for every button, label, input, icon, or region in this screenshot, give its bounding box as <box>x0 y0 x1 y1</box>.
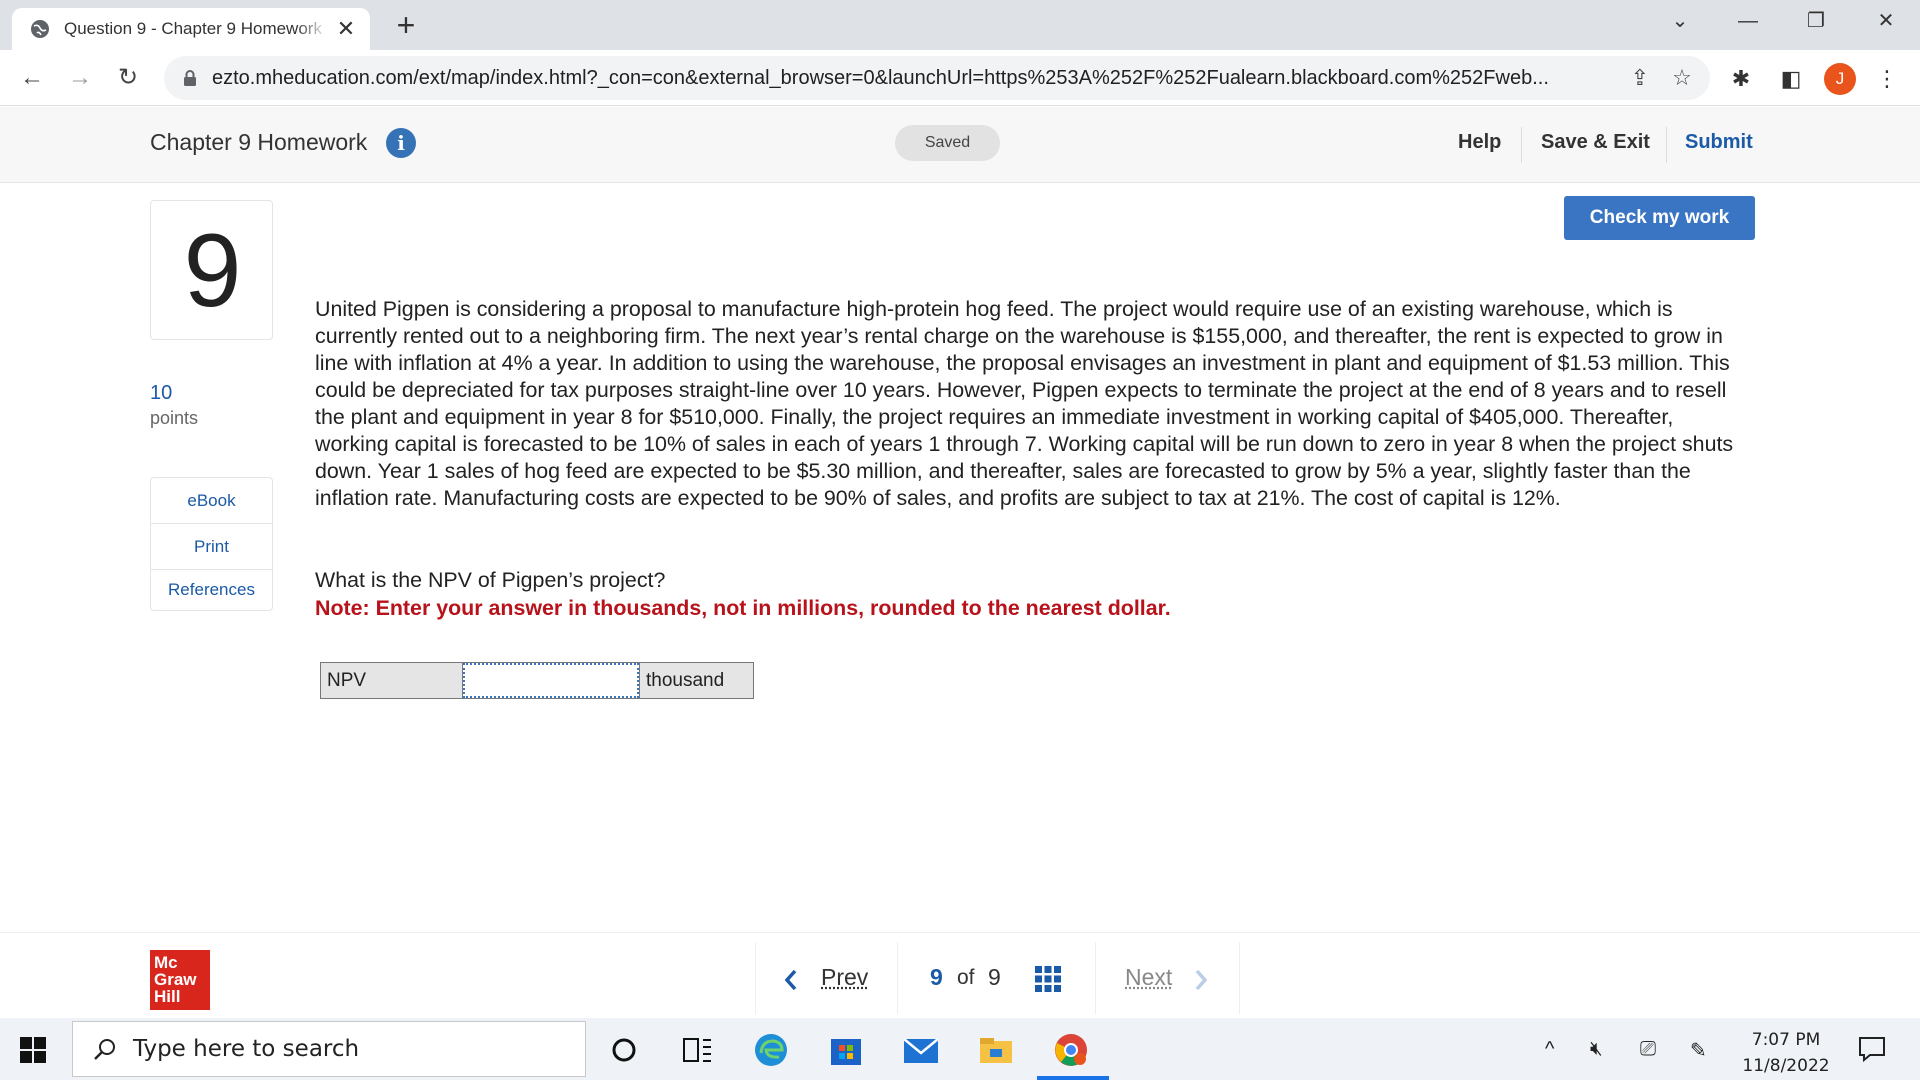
volume-muted-icon[interactable]: 🔇︎ <box>1590 1038 1603 1061</box>
check-my-work-button[interactable]: Check my work <box>1564 196 1755 240</box>
close-tab-icon[interactable]: ✕ <box>336 16 356 42</box>
browser-toolbar: ← → ↻ ezto.mheducation.com/ext/map/index… <box>0 50 1920 106</box>
window-close-icon[interactable]: ✕ <box>1866 6 1906 36</box>
chrome-icon[interactable] <box>1052 1031 1090 1069</box>
mail-icon[interactable] <box>902 1031 940 1069</box>
active-app-indicator <box>1037 1076 1109 1080</box>
star-icon[interactable]: ☆ <box>1668 65 1696 91</box>
question-pager: Prev 9 of 9 Next <box>755 942 1240 1014</box>
restore-icon[interactable]: ❐ <box>1796 6 1836 36</box>
url-text: ezto.mheducation.com/ext/map/index.html?… <box>212 66 1549 89</box>
taskbar-search-box[interactable]: Type here to search <box>72 1021 586 1077</box>
question-number: 9 <box>183 213 242 329</box>
mcgraw-hill-logo: Mc Graw Hill <box>150 950 210 1010</box>
side-panel-icon[interactable]: ◧ <box>1776 64 1806 94</box>
saved-status-badge: Saved <box>895 125 1000 161</box>
info-icon[interactable]: i <box>386 128 416 158</box>
question-prompt: What is the NPV of Pigpen’s project? <box>315 568 666 592</box>
new-tab-icon[interactable]: + <box>390 8 422 42</box>
answer-label: NPV <box>321 663 463 698</box>
globe-icon <box>31 20 49 38</box>
prev-link[interactable]: Prev <box>821 964 868 991</box>
points-label: points <box>150 408 199 428</box>
minimize-icon[interactable]: — <box>1728 6 1768 36</box>
cortana-icon[interactable] <box>605 1031 643 1069</box>
file-explorer-icon[interactable] <box>977 1031 1015 1069</box>
back-arrow-icon[interactable]: ← <box>16 62 48 94</box>
points-value: 10 <box>150 382 173 404</box>
answer-table: NPV thousand <box>320 662 754 699</box>
total-questions: 9 <box>988 964 1001 990</box>
chevron-up-icon[interactable]: ^ <box>1545 1038 1554 1061</box>
reload-icon[interactable]: ↻ <box>112 62 144 94</box>
assignment-header: Chapter 9 Homework i Saved Help Save & E… <box>0 107 1920 183</box>
browser-tab-bar: Question 9 - Chapter 9 Homework ✕ + ⌄ — … <box>0 0 1920 50</box>
resource-links: eBook Print References <box>150 477 273 611</box>
tab-title: Question 9 - Chapter 9 Homework <box>64 19 322 38</box>
clock-time: 7:07 PM <box>1751 1030 1821 1050</box>
next-link[interactable]: Next <box>1125 964 1172 991</box>
profile-avatar[interactable]: J <box>1824 63 1856 95</box>
share-icon[interactable]: ⇪ <box>1626 65 1654 91</box>
header-divider <box>1666 127 1667 163</box>
current-question: 9 <box>930 964 943 990</box>
of-label: of <box>957 966 975 989</box>
search-icon <box>94 1039 115 1060</box>
print-link[interactable]: Print <box>151 524 272 570</box>
chevron-down-icon[interactable]: ⌄ <box>1660 6 1700 36</box>
logo-line: Hill <box>154 987 181 1006</box>
pen-icon[interactable]: ✎ <box>1690 1038 1707 1063</box>
npv-input[interactable] <box>463 663 639 698</box>
lock-icon <box>184 70 196 86</box>
windows-start-icon[interactable] <box>20 1037 46 1063</box>
store-icon[interactable] <box>827 1031 865 1069</box>
windows-taskbar: Type here to search ^ 🔇︎ ⎚ ✎ 7:07 PM 11/… <box>0 1018 1920 1080</box>
question-number-box: 9 <box>150 200 273 340</box>
logo-line: Graw <box>154 970 197 989</box>
forward-arrow-icon[interactable]: → <box>64 62 96 94</box>
submit-link[interactable]: Submit <box>1685 131 1753 154</box>
references-link[interactable]: References <box>151 570 272 610</box>
ebook-link[interactable]: eBook <box>151 478 272 524</box>
browser-tab[interactable]: Question 9 - Chapter 9 Homework ✕ <box>12 8 370 50</box>
chevron-left-icon[interactable] <box>783 969 799 991</box>
assignment-title: Chapter 9 Homework <box>150 129 368 155</box>
taskbar-clock[interactable]: 7:07 PM 11/8/2022 <box>1740 1027 1832 1079</box>
extensions-icon[interactable]: ✱ <box>1726 64 1756 94</box>
chevron-right-icon[interactable] <box>1193 969 1209 991</box>
answer-note: Note: Enter your answer in thousands, no… <box>315 596 1171 620</box>
task-view-icon[interactable] <box>678 1031 716 1069</box>
meet-icon[interactable]: ⎚ <box>1640 1038 1656 1061</box>
menu-icon[interactable]: ⋮ <box>1872 64 1902 94</box>
edge-browser-icon[interactable] <box>752 1031 790 1069</box>
help-link[interactable]: Help <box>1458 131 1501 154</box>
problem-text: United Pigpen is considering a proposal … <box>315 297 1734 510</box>
notifications-icon[interactable] <box>1858 1036 1886 1062</box>
address-bar[interactable]: ezto.mheducation.com/ext/map/index.html?… <box>164 56 1710 100</box>
clock-date: 11/8/2022 <box>1742 1056 1830 1076</box>
search-placeholder: Type here to search <box>133 1036 360 1062</box>
logo-line: Mc <box>154 953 178 972</box>
save-exit-link[interactable]: Save & Exit <box>1541 131 1650 154</box>
answer-unit: thousand <box>639 663 753 698</box>
header-divider <box>1521 127 1522 163</box>
grid-view-icon[interactable] <box>1035 966 1061 992</box>
